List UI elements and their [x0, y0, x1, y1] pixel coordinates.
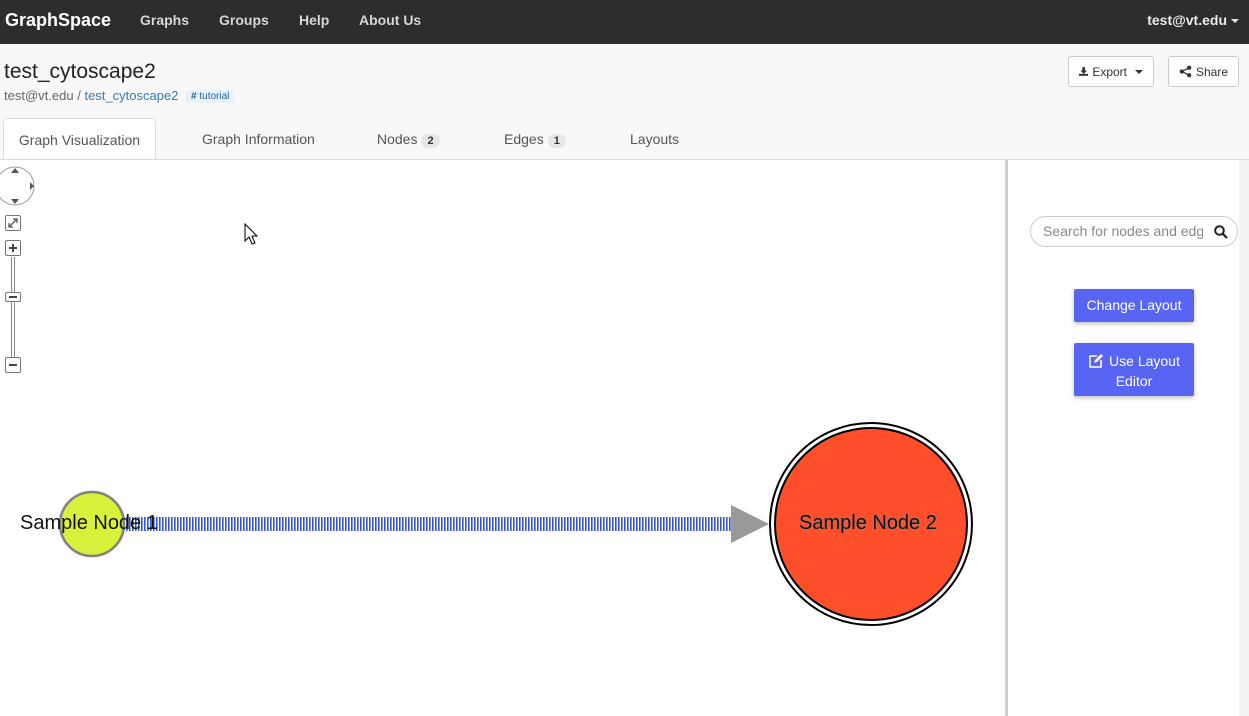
tab-label: Edges — [504, 131, 544, 147]
user-menu[interactable]: test@vt.edu — [1147, 12, 1239, 28]
search-field[interactable] — [1030, 216, 1238, 247]
edit-icon — [1089, 354, 1104, 368]
graph-canvas[interactable]: Sample Node 1 Sample Node 2 — [0, 160, 1005, 716]
edges-count-badge: 1 — [547, 134, 566, 148]
graph-drawing[interactable] — [0, 160, 1005, 716]
nav-about-us[interactable]: About Us — [359, 12, 421, 28]
breadcrumb-graph-link[interactable]: test_cytoscape2 — [84, 88, 178, 103]
top-navbar: GraphSpace Graphs Groups Help About Us t… — [0, 0, 1249, 44]
share-button[interactable]: Share — [1168, 56, 1239, 87]
tab-graph-information[interactable]: Graph Information — [202, 118, 315, 160]
brand-logo[interactable]: GraphSpace — [5, 10, 111, 31]
tab-layouts[interactable]: Layouts — [630, 118, 679, 160]
tag-label: tutorial — [199, 91, 230, 103]
chevron-down-icon — [1135, 69, 1143, 74]
tag-badge[interactable]: # tutorial — [186, 90, 235, 104]
breadcrumb: test@vt.edu / test_cytoscape2 # tutorial — [4, 88, 235, 104]
change-layout-button[interactable]: Change Layout — [1074, 289, 1194, 322]
nav-graphs[interactable]: Graphs — [140, 12, 189, 28]
download-icon — [1079, 67, 1089, 76]
edge-line[interactable] — [124, 517, 736, 531]
chevron-down-icon — [1231, 19, 1239, 24]
tab-label: Nodes — [377, 131, 418, 147]
use-layout-editor-button[interactable]: Use Layout Editor — [1074, 343, 1194, 396]
tab-nodes[interactable]: Nodes 2 — [377, 118, 440, 160]
export-button[interactable]: Export — [1068, 56, 1154, 87]
share-label: Share — [1195, 64, 1228, 79]
user-email: test@vt.edu — [1147, 12, 1227, 28]
edge-arrowhead — [731, 505, 769, 543]
tab-edges[interactable]: Edges 1 — [504, 118, 566, 160]
tab-label: Layouts — [630, 131, 680, 147]
graph-header: test_cytoscape2 test@vt.edu / test_cytos… — [0, 44, 1249, 160]
page-title: test_cytoscape2 — [4, 60, 156, 83]
node-label: Sample Node 1 — [20, 512, 158, 534]
nav-groups[interactable]: Groups — [219, 12, 269, 28]
search-input[interactable] — [1043, 223, 1203, 239]
layout-editor-label: Use Layout Editor — [1109, 353, 1180, 389]
breadcrumb-owner: test@vt.edu — [4, 88, 74, 103]
hashtag-icon: # — [191, 91, 197, 103]
tab-label: Graph Visualization — [18, 132, 141, 148]
tab-label: Graph Information — [202, 131, 315, 147]
nav-help[interactable]: Help — [299, 12, 329, 28]
search-icon[interactable] — [1214, 225, 1228, 239]
share-icon — [1179, 65, 1192, 78]
graph-sidebar: Change Layout Use Layout Editor — [1008, 160, 1249, 716]
tab-graph-visualization[interactable]: Graph Visualization — [3, 118, 156, 160]
node-label: Sample Node 2 — [799, 512, 937, 534]
nodes-count-badge: 2 — [421, 134, 440, 148]
sidebar-scrollbar[interactable] — [1239, 160, 1249, 716]
breadcrumb-separator: / — [77, 88, 81, 103]
export-label: Export — [1092, 64, 1127, 79]
